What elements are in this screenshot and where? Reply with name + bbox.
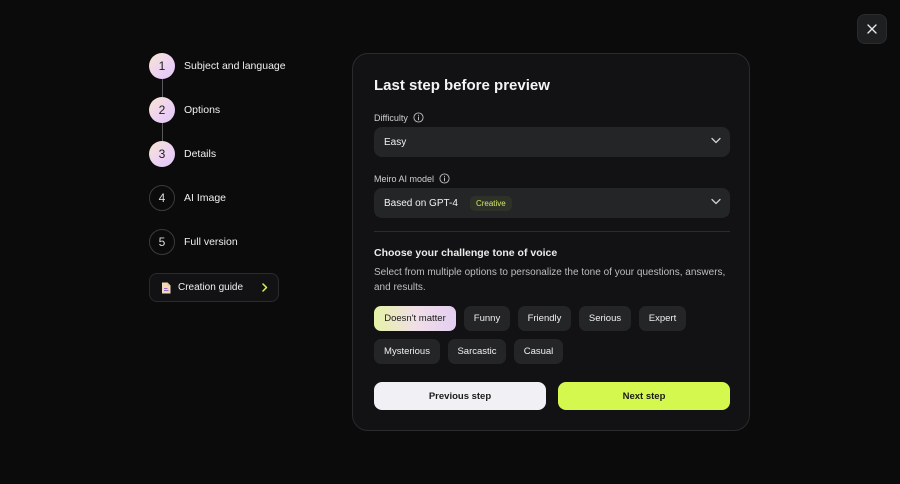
tone-chip-funny[interactable]: Funny	[464, 306, 510, 331]
difficulty-label: Difficulty	[374, 112, 424, 123]
step-label: Full version	[184, 236, 238, 248]
chevron-down-icon	[711, 137, 721, 144]
chevron-right-icon	[262, 283, 268, 292]
step-1[interactable]: 1 Subject and language	[149, 52, 286, 80]
step-3[interactable]: 3 Details	[149, 140, 216, 168]
next-step-button[interactable]: Next step	[558, 382, 730, 410]
close-icon	[867, 24, 877, 34]
previous-step-button[interactable]: Previous step	[374, 382, 546, 410]
step-number: 3	[149, 141, 175, 167]
step-number: 2	[149, 97, 175, 123]
difficulty-value: Easy	[384, 136, 407, 148]
step-number: 5	[149, 229, 175, 255]
step-connector	[162, 79, 163, 97]
difficulty-select[interactable]: Easy	[374, 127, 730, 157]
tone-chip-sarcastic[interactable]: Sarcastic	[448, 339, 506, 364]
tone-chip-doesnt-matter[interactable]: Doesn't matter	[374, 306, 456, 331]
step-2[interactable]: 2 Options	[149, 96, 220, 124]
step-label: Details	[184, 148, 217, 160]
document-icon	[162, 282, 171, 293]
step-number: 4	[149, 185, 175, 211]
close-button[interactable]	[857, 14, 887, 44]
tone-chip-expert[interactable]: Expert	[639, 306, 686, 331]
step-4[interactable]: 4 AI Image	[149, 184, 226, 212]
model-value: Based on GPT-4	[384, 197, 458, 209]
step-label: AI Image	[184, 192, 227, 204]
creation-guide-button[interactable]: Creation guide	[149, 273, 279, 302]
info-icon[interactable]	[413, 112, 424, 123]
tone-description: Select from multiple options to personal…	[374, 267, 726, 293]
info-icon[interactable]	[439, 173, 450, 184]
step-connector	[162, 123, 163, 141]
creation-guide-label: Creation guide	[178, 282, 244, 293]
tone-chip-friendly[interactable]: Friendly	[518, 306, 571, 331]
model-badge: Creative	[469, 195, 512, 211]
tone-chip-mysterious[interactable]: Mysterious	[374, 339, 440, 364]
difficulty-label-text: Difficulty	[374, 112, 408, 123]
details-card: Last step before preview Difficulty Easy…	[352, 53, 750, 431]
page-title: Last step before preview	[374, 77, 550, 94]
chevron-down-icon	[711, 198, 721, 205]
tone-chip-serious[interactable]: Serious	[579, 306, 631, 331]
step-5[interactable]: 5 Full version	[149, 228, 238, 256]
step-label: Subject and language	[184, 60, 286, 72]
model-label-text: Meiro AI model	[374, 173, 435, 184]
step-number: 1	[149, 53, 175, 79]
step-label: Options	[184, 104, 221, 116]
tone-title: Choose your challenge tone of voice	[374, 247, 558, 259]
model-select[interactable]: Based on GPT-4 Creative	[374, 188, 730, 218]
tone-chip-casual[interactable]: Casual	[514, 339, 563, 364]
divider	[374, 231, 730, 232]
model-label: Meiro AI model	[374, 173, 450, 184]
